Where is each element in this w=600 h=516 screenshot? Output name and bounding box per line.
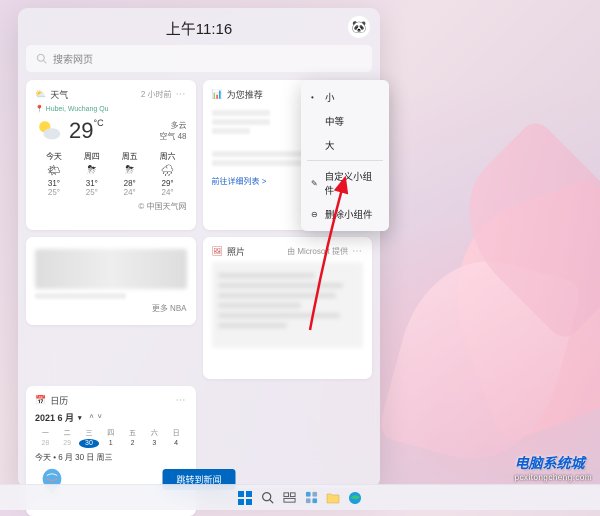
weather-location: 📍 Hubei, Wuchang Qu bbox=[35, 105, 187, 113]
panel-clock: 上午11:16 bbox=[26, 18, 372, 39]
menu-size-large[interactable]: 大 bbox=[301, 133, 389, 157]
menu-remove-widget[interactable]: ⊖删除小组件 bbox=[301, 202, 389, 226]
taskbar-search-icon[interactable] bbox=[259, 490, 275, 506]
task-view-icon[interactable] bbox=[281, 490, 297, 506]
stocks-title: 为您推荐 bbox=[227, 88, 263, 101]
explorer-icon[interactable] bbox=[325, 490, 341, 506]
calendar-grid: 一二三四五六日 2829301234 bbox=[35, 428, 187, 448]
taskbar bbox=[0, 484, 600, 510]
weather-title: 天气 bbox=[50, 88, 68, 101]
widget-context-menu: •小 中等 大 ✎自定义小组件 ⊖删除小组件 bbox=[301, 80, 389, 231]
calendar-month: 2021 6 月 bbox=[35, 411, 74, 424]
search-icon bbox=[36, 53, 47, 64]
nba-widget[interactable]: 更多 NBA bbox=[26, 237, 196, 325]
calendar-icon: 📅 bbox=[35, 395, 46, 406]
calendar-up-icon[interactable]: ˄ bbox=[90, 414, 94, 421]
nba-footer[interactable]: 更多 NBA bbox=[35, 303, 187, 314]
calendar-title: 日历 bbox=[50, 394, 68, 407]
weather-time: 2 小时前 bbox=[141, 89, 172, 100]
menu-size-medium[interactable]: 中等 bbox=[301, 109, 389, 133]
calendar-down-icon[interactable]: ˅ bbox=[98, 414, 102, 421]
weather-condition: 多云 bbox=[159, 120, 186, 131]
remove-icon: ⊖ bbox=[311, 210, 319, 219]
stocks-chart-icon: 📊 bbox=[212, 89, 223, 100]
weather-aqi: 空气 48 bbox=[159, 131, 186, 142]
calendar-event: 今天 • 6 月 30 日 周三 bbox=[35, 452, 187, 463]
photos-widget[interactable]: 🖼 照片 由 Microsoft 提供 ⋯ bbox=[203, 237, 373, 379]
weather-cloud-icon: ⛅ bbox=[35, 89, 46, 100]
start-button[interactable] bbox=[237, 490, 253, 506]
menu-customize-widget[interactable]: ✎自定义小组件 bbox=[301, 164, 389, 202]
weather-more-icon[interactable]: ⋯ bbox=[176, 90, 187, 100]
photos-more-icon[interactable]: ⋯ bbox=[352, 247, 363, 257]
chevron-down-icon[interactable]: ▾ bbox=[78, 414, 82, 422]
photos-source: 由 Microsoft 提供 bbox=[287, 246, 348, 257]
menu-size-small[interactable]: •小 bbox=[301, 85, 389, 109]
search-input[interactable]: 搜索网页 bbox=[26, 45, 372, 72]
stocks-link[interactable]: 前往详细列表 > bbox=[212, 177, 267, 186]
weather-forecast: 今天🌤31°25° 周四⛈31°25° 周五⛈28°24° 周六🌧29°24° bbox=[35, 151, 187, 197]
weather-temp: 29°C bbox=[69, 118, 104, 144]
pencil-icon: ✎ bbox=[311, 179, 319, 188]
widgets-taskbar-icon[interactable] bbox=[303, 490, 319, 506]
weather-widget[interactable]: ⛅ 天气 2 小时前 ⋯ 📍 Hubei, Wuchang Qu 29°C 多云… bbox=[26, 80, 196, 230]
search-placeholder: 搜索网页 bbox=[53, 51, 93, 66]
calendar-more-icon[interactable]: ⋯ bbox=[176, 396, 187, 406]
sun-cloud-icon bbox=[35, 117, 63, 145]
watermark: 电脑系统城 pcxitongcheng.com bbox=[515, 453, 592, 482]
weather-source: © 中国天气网 bbox=[35, 201, 187, 212]
photos-title: 照片 bbox=[227, 245, 245, 258]
edge-icon[interactable] bbox=[347, 490, 363, 506]
user-avatar[interactable]: 🐼 bbox=[348, 16, 370, 38]
photos-icon: 🖼 bbox=[212, 246, 223, 257]
